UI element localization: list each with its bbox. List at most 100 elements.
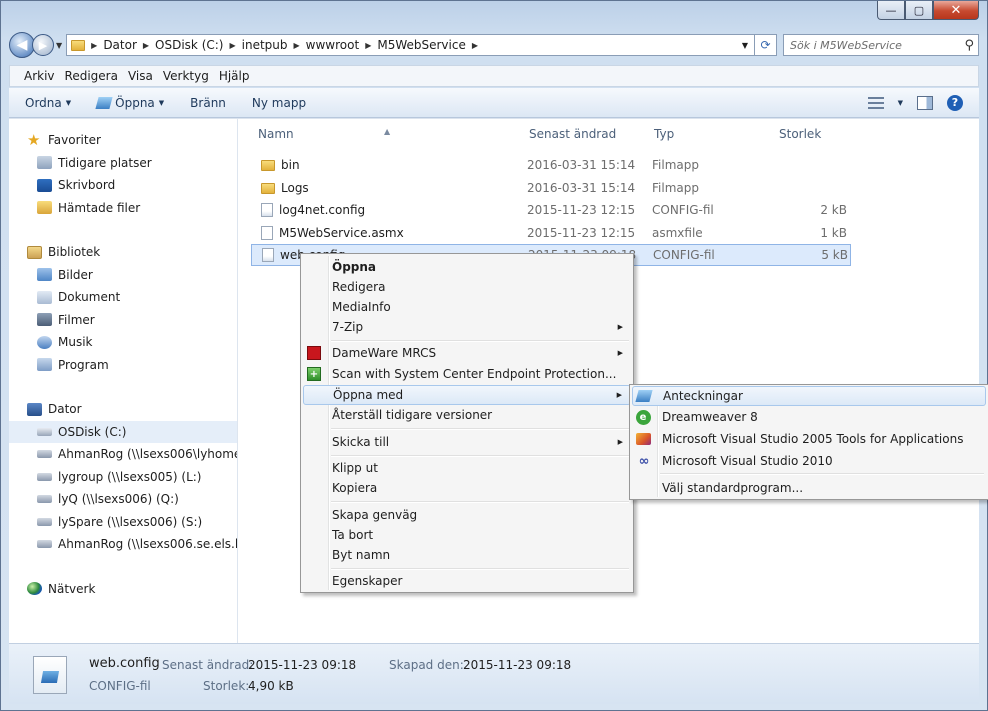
nav-computer[interactable]: Dator — [9, 398, 237, 421]
address-bar[interactable]: ▶ Dator ▶ OSDisk (C:) ▶ inetpub ▶ wwwroo… — [66, 34, 755, 56]
details-created: 2015-11-23 09:18 — [463, 658, 572, 672]
organize-button[interactable]: Ordna ▼ — [25, 96, 71, 110]
caret-down-icon[interactable]: ▼ — [898, 99, 903, 107]
nav-label: Bibliotek — [48, 245, 101, 260]
chevron-right-icon[interactable]: ▶ — [365, 41, 371, 50]
minimize-button[interactable]: — — [877, 1, 905, 20]
chevron-right-icon[interactable]: ▶ — [91, 41, 97, 50]
ctx-open[interactable]: Öppna — [303, 257, 631, 277]
chevron-right-icon[interactable]: ▶ — [472, 41, 478, 50]
breadcrumb-osdisk[interactable]: OSDisk (C:) — [155, 38, 223, 52]
openwith-vs2005-label: Microsoft Visual Studio 2005 Tools for A… — [662, 432, 964, 446]
nav-music[interactable]: Musik — [9, 331, 237, 354]
ctx-rename[interactable]: Byt namn — [303, 545, 631, 565]
nav-libraries[interactable]: Bibliotek — [9, 241, 237, 264]
ctx-open-with[interactable]: Öppna med ▶ — [303, 385, 631, 405]
menu-verktyg[interactable]: Verktyg — [163, 69, 209, 83]
menu-redigera[interactable]: Redigera — [65, 69, 118, 83]
file-row[interactable]: bin 2016-03-31 15:14 Filmapp — [251, 154, 851, 176]
ctx-scan-label: Scan with System Center Endpoint Protect… — [332, 367, 617, 381]
nav-downloads[interactable]: Hämtade filer — [9, 197, 237, 220]
file-row[interactable]: log4net.config 2015-11-23 12:15 CONFIG-f… — [251, 199, 851, 221]
search-icon[interactable]: ⚲ — [964, 38, 974, 53]
burn-button[interactable]: Bränn — [190, 96, 226, 110]
ctx-copy[interactable]: Kopiera — [303, 478, 631, 498]
search-input[interactable]: Sök i M5WebService ⚲ — [783, 34, 979, 56]
column-type[interactable]: Typ — [654, 127, 674, 141]
nav-network-drive[interactable]: AhmanRog (\\lsexs006\lyhome$) — [9, 443, 237, 466]
ctx-7zip[interactable]: 7-Zip ▶ — [303, 317, 631, 337]
nav-network-drive[interactable]: lyQ (\\lsexs006) (Q:) — [9, 488, 237, 511]
nav-network-drive[interactable]: lySpare (\\lsexs006) (S:) — [9, 511, 237, 534]
chevron-right-icon[interactable]: ▶ — [143, 41, 149, 50]
nav-label: Skrivbord — [58, 178, 116, 193]
help-icon[interactable]: ? — [947, 94, 963, 111]
chevron-right-icon[interactable]: ▶ — [229, 41, 235, 50]
menu-arkiv[interactable]: Arkiv — [24, 69, 55, 83]
ctx-edit[interactable]: Redigera — [303, 277, 631, 297]
chevron-right-icon[interactable]: ▶ — [294, 41, 300, 50]
ctx-delete[interactable]: Ta bort — [303, 525, 631, 545]
ctx-restore[interactable]: Återställ tidigare versioner — [303, 405, 631, 425]
nav-network-drive[interactable]: lygroup (\\lsexs005) (L:) — [9, 466, 237, 489]
star-icon: ★ — [27, 130, 41, 149]
nav-programs[interactable]: Program — [9, 354, 237, 377]
videos-icon — [37, 313, 52, 327]
ctx-cut[interactable]: Klipp ut — [303, 458, 631, 478]
context-menu: Öppna Redigera MediaInfo 7-Zip ▶ DameWare… — [300, 253, 634, 593]
file-row[interactable]: Logs 2016-03-31 15:14 Filmapp — [251, 177, 851, 199]
column-size[interactable]: Storlek — [779, 127, 821, 141]
nav-desktop[interactable]: Skrivbord — [9, 174, 237, 197]
ctx-send-to[interactable]: Skicka till ▶ — [303, 432, 631, 452]
ctx-scan[interactable]: + Scan with System Center Endpoint Protec… — [303, 364, 631, 384]
network-drive-icon — [37, 517, 52, 526]
refresh-button[interactable]: ⟳ — [755, 34, 777, 56]
breadcrumb-inetpub[interactable]: inetpub — [242, 38, 288, 52]
ctx-properties[interactable]: Egenskaper — [303, 571, 631, 591]
nav-videos[interactable]: Filmer — [9, 309, 237, 332]
folder-icon — [261, 182, 275, 194]
forward-button[interactable]: ▶ — [32, 34, 54, 56]
address-row: ◀ ▶ ▼ ▶ Dator ▶ OSDisk (C:) ▶ inetpub ▶ … — [9, 32, 979, 58]
breadcrumb-wwwroot[interactable]: wwwroot — [306, 38, 360, 52]
breadcrumb-m5webservice[interactable]: M5WebService — [377, 38, 466, 52]
separator — [331, 568, 629, 570]
folder-icon — [261, 159, 275, 171]
openwith-dreamweaver[interactable]: e Dreamweaver 8 — [632, 407, 986, 427]
new-folder-button[interactable]: Ny mapp — [252, 96, 306, 110]
ctx-dameware-label: DameWare MRCS — [332, 346, 437, 360]
preview-pane-icon[interactable] — [917, 95, 933, 110]
nav-pictures[interactable]: Bilder — [9, 264, 237, 287]
open-button[interactable]: Öppna ▼ — [95, 96, 164, 110]
nav-network[interactable]: Nätverk — [9, 578, 237, 601]
column-name[interactable]: Namn — [258, 127, 294, 141]
close-button[interactable]: ✕ — [933, 1, 979, 20]
nav-recent-places[interactable]: Tidigare platser — [9, 152, 237, 175]
history-dropdown-icon[interactable]: ▼ — [56, 41, 62, 50]
openwith-notepad[interactable]: Anteckningar — [632, 386, 986, 406]
maximize-button[interactable]: ▢ — [905, 1, 933, 20]
menu-visa[interactable]: Visa — [128, 69, 153, 83]
ctx-dameware[interactable]: DameWare MRCS ▶ — [303, 343, 631, 363]
openwith-vs2005[interactable]: Microsoft Visual Studio 2005 Tools for A… — [632, 429, 986, 449]
column-date[interactable]: Senast ändrad — [529, 127, 616, 141]
breadcrumb-computer[interactable]: Dator — [103, 38, 137, 52]
navigation-pane: ★ Favoriter Tidigare platser Skrivbord Hä… — [9, 119, 238, 644]
ctx-create-shortcut[interactable]: Skapa genväg — [303, 505, 631, 525]
openwith-choose-default[interactable]: Välj standardprogram... — [632, 478, 986, 498]
menu-hjalp[interactable]: Hjälp — [219, 69, 250, 83]
address-dropdown-icon[interactable]: ▼ — [736, 41, 754, 50]
change-view-icon[interactable] — [867, 96, 884, 109]
file-row[interactable]: M5WebService.asmx 2015-11-23 12:15 asmxf… — [251, 222, 851, 244]
nav-favorites[interactable]: ★ Favoriter — [9, 129, 237, 152]
nav-documents[interactable]: Dokument — [9, 286, 237, 309]
nav-network-drive[interactable]: AhmanRog (\\lsexs006.se.els.local) — [9, 533, 237, 556]
desktop-icon — [37, 178, 52, 192]
ctx-mediainfo[interactable]: MediaInfo — [303, 297, 631, 317]
submenu-arrow-icon: ▶ — [617, 438, 623, 446]
nav-label: Musik — [58, 335, 93, 350]
nav-label: Nätverk — [48, 581, 96, 596]
nav-osdisk[interactable]: OSDisk (C:) — [9, 420, 237, 443]
openwith-vs2010[interactable]: ∞ Microsoft Visual Studio 2010 — [632, 451, 986, 471]
downloads-icon — [37, 201, 52, 215]
